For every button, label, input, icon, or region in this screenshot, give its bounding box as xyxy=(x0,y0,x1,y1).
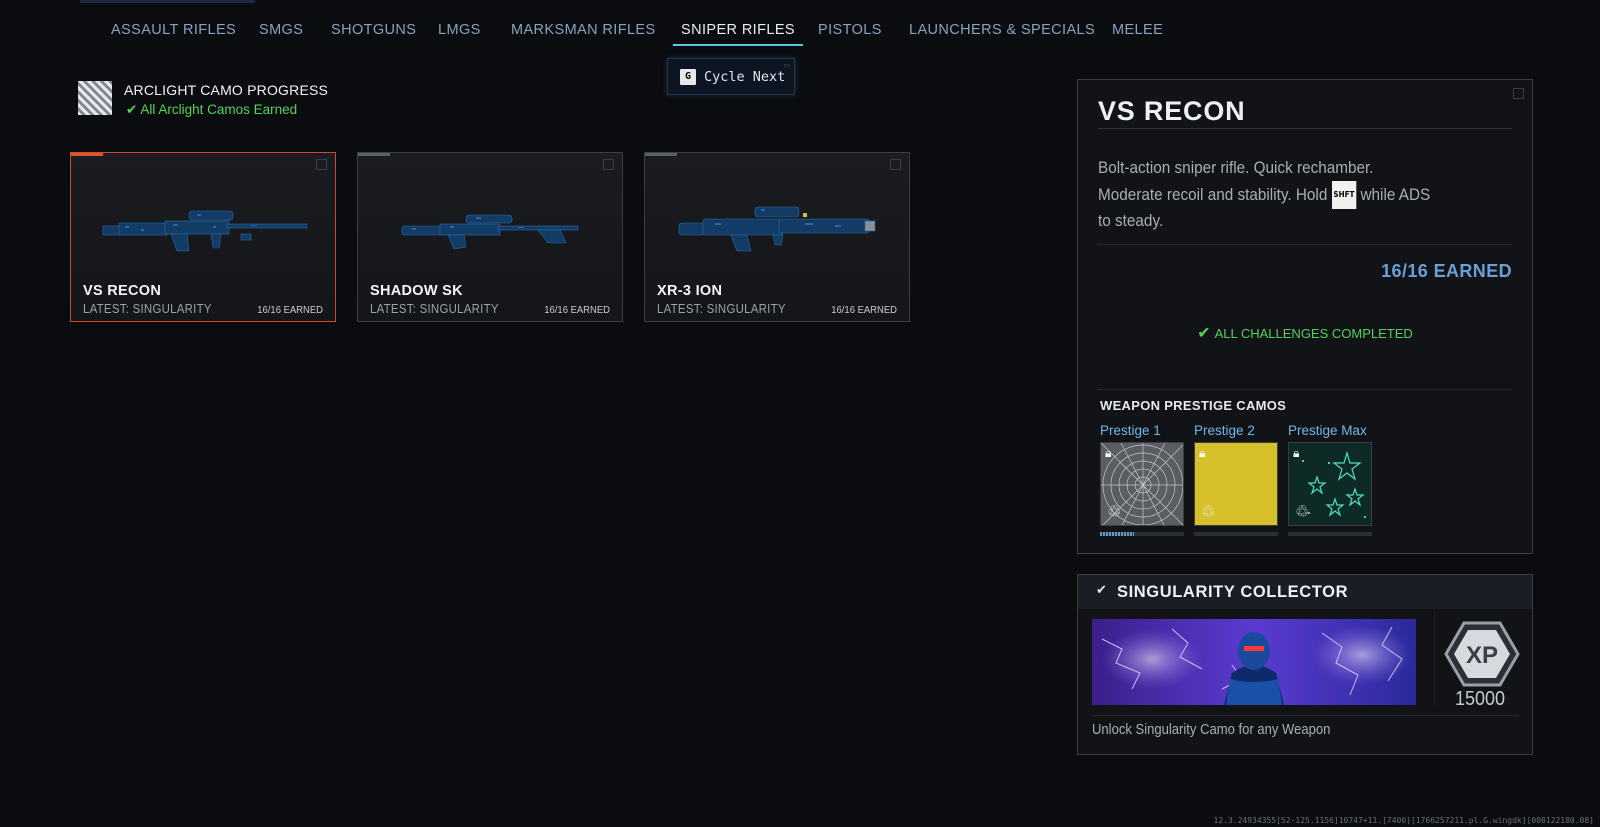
prestige-camo-1[interactable]: Prestige 1 🔒︎ ♲ xyxy=(1100,423,1186,536)
sniper-rifle-icon xyxy=(678,206,876,252)
tab-launchers-specials[interactable]: LAUNCHERS & SPECIALS xyxy=(909,20,1095,40)
weapon-card-shadow-sk[interactable]: SHADOW SK LATEST: SINGULARITY 16/16 EARN… xyxy=(357,152,623,322)
prestige-progress-bar xyxy=(1288,532,1372,536)
shift-key-icon: SHFT xyxy=(1331,180,1357,209)
card-corner-icon xyxy=(316,159,327,170)
weapon-name: VS RECON xyxy=(83,283,162,299)
build-version-string: 12.3.24934355[52-125.1156]10747+11.[7400… xyxy=(1213,816,1595,825)
weapon-detail-panel: VS RECON Bolt-action sniper rifle. Quick… xyxy=(1077,79,1533,554)
prestige-camo-swatch: 🔒︎ ♲ xyxy=(1288,442,1372,526)
divider xyxy=(1092,715,1518,716)
weapon-latest-camo: LATEST: SINGULARITY xyxy=(83,301,212,316)
prestige-label: Prestige 2 xyxy=(1194,423,1255,438)
desc-line: to steady. xyxy=(1098,211,1164,230)
divider xyxy=(1098,128,1512,129)
desc-line: Bolt-action sniper rifle. Quick rechambe… xyxy=(1098,158,1374,177)
prestige-camo-swatch: 🔒︎ ♲ xyxy=(1194,442,1278,526)
tab-pistols[interactable]: PISTOLS xyxy=(818,20,882,40)
prestige-progress-bar xyxy=(1100,532,1184,536)
divider xyxy=(1098,244,1512,245)
prestige-camo-swatch: 🔒︎ ♲ xyxy=(1100,442,1184,526)
xp-badge-icon: XP xyxy=(1444,621,1520,687)
panel-corner-icon xyxy=(1513,88,1524,99)
collector-title: SINGULARITY COLLECTOR xyxy=(1117,583,1349,601)
divider xyxy=(1098,389,1512,390)
lock-icon: 🔒︎ xyxy=(1105,446,1112,460)
checkmark-icon: ✔ xyxy=(1197,325,1211,342)
challenges-status: ✔ ALL CHALLENGES COMPLETED xyxy=(1078,323,1532,343)
weapon-name: SHADOW SK xyxy=(370,283,463,299)
tab-melee[interactable]: MELEE xyxy=(1112,20,1163,40)
xp-reward-value: 15000 xyxy=(1454,688,1506,710)
xp-badge-text: XP xyxy=(1466,642,1498,669)
tab-lmgs[interactable]: LMGS xyxy=(438,20,481,40)
challenges-status-text: ALL CHALLENGES COMPLETED xyxy=(1214,326,1413,341)
cycle-next-label: Cycle Next xyxy=(704,68,786,85)
prestige-progress-bar xyxy=(1194,532,1278,536)
singularity-banner-image xyxy=(1092,619,1416,705)
mouse-icon: ▭ xyxy=(783,61,790,69)
sniper-rifle-icon xyxy=(401,214,579,250)
header-remnant xyxy=(80,0,255,3)
checkmark-icon: ✔ xyxy=(1096,583,1107,598)
card-corner-icon xyxy=(890,159,901,170)
camo-progress-title: ARCLIGHT CAMO PROGRESS xyxy=(124,82,329,98)
cycle-next-button[interactable]: G Cycle Next ▭ xyxy=(667,58,795,95)
arclight-camo-thumbnail xyxy=(78,81,112,115)
weapon-latest-camo: LATEST: SINGULARITY xyxy=(370,301,499,316)
prestige-camos-title: WEAPON PRESTIGE CAMOS xyxy=(1100,398,1287,413)
weapon-card-xr3-ion[interactable]: XR-3 ION LATEST: SINGULARITY 16/16 EARNE… xyxy=(644,152,910,322)
weapon-card-vs-recon[interactable]: VS RECON LATEST: SINGULARITY 16/16 EARNE… xyxy=(70,152,336,322)
weapon-latest-camo: LATEST: SINGULARITY xyxy=(657,301,786,316)
tab-marksman-rifles[interactable]: MARKSMAN RIFLES xyxy=(511,20,656,40)
singularity-character-image xyxy=(1092,619,1416,705)
sniper-rifle-icon xyxy=(102,210,308,252)
weapon-description: Bolt-action sniper rifle. Quick rechambe… xyxy=(1098,156,1476,234)
collector-unlock-text: Unlock Singularity Camo for any Weapon xyxy=(1092,722,1331,738)
card-progress-bar xyxy=(358,153,390,156)
prestige-symbol-icon: ♲ xyxy=(1201,502,1216,521)
weapon-name: XR-3 ION xyxy=(657,283,723,299)
card-progress-bar xyxy=(645,153,677,156)
checkmark-icon: ✔ xyxy=(126,102,138,117)
detail-weapon-title: VS RECON xyxy=(1098,96,1246,126)
tab-shotguns[interactable]: SHOTGUNS xyxy=(331,20,416,40)
lock-icon: 🔒︎ xyxy=(1293,446,1300,460)
weapon-earned-count: 16/16 EARNED xyxy=(257,304,323,316)
prestige-label: Prestige 1 xyxy=(1100,423,1161,438)
prestige-camo-max[interactable]: Prestige Max 🔒︎ ♲ xyxy=(1288,423,1374,536)
divider xyxy=(1434,613,1435,705)
weapon-earned-count: 16/16 EARNED xyxy=(831,304,897,316)
tab-sniper-rifles[interactable]: SNIPER RIFLES xyxy=(673,20,803,46)
lock-icon: 🔒︎ xyxy=(1199,446,1206,460)
keybind-g-icon: G xyxy=(680,68,696,85)
singularity-collector-panel: ✔ SINGULARITY COLLECTOR XP 15000 Unlock … xyxy=(1077,574,1533,755)
detail-earned-count: 16/16 EARNED xyxy=(1381,261,1512,281)
prestige-symbol-icon: ♲ xyxy=(1295,502,1310,521)
desc-line: while ADS xyxy=(1356,184,1431,204)
tab-smgs[interactable]: SMGS xyxy=(259,20,303,40)
camo-progress-status: ✔ All Arclight Camos Earned xyxy=(126,102,297,118)
prestige-label: Prestige Max xyxy=(1288,423,1367,438)
prestige-camo-2[interactable]: Prestige 2 🔒︎ ♲ xyxy=(1194,423,1280,536)
desc-line: Moderate recoil and stability. Hold xyxy=(1098,184,1332,204)
camo-progress-status-text: All Arclight Camos Earned xyxy=(140,102,298,117)
weapon-earned-count: 16/16 EARNED xyxy=(544,304,610,316)
prestige-symbol-icon: ♲ xyxy=(1107,502,1122,521)
card-corner-icon xyxy=(603,159,614,170)
card-progress-bar xyxy=(71,153,103,156)
tab-assault-rifles[interactable]: ASSAULT RIFLES xyxy=(111,20,236,40)
